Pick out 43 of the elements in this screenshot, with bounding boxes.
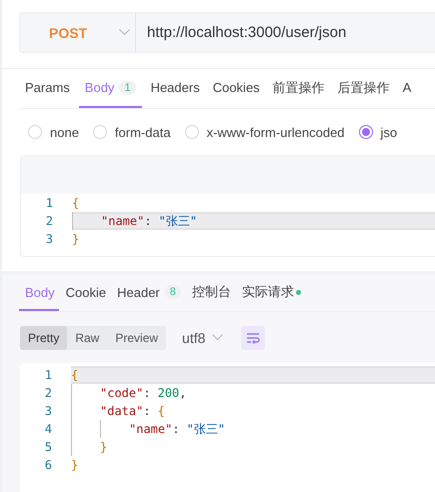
encoding-select[interactable]: utf8: [182, 330, 224, 346]
tab[interactable]: Cookies: [208, 69, 264, 108]
tab[interactable]: 前置操作: [268, 69, 329, 108]
tab[interactable]: A: [398, 69, 416, 108]
radio-label: x-www-form-urlencoded: [206, 124, 345, 140]
tab[interactable]: 实际请求: [238, 275, 305, 311]
view-mode-tab[interactable]: Raw: [67, 326, 108, 350]
radio-label: none: [50, 124, 79, 140]
line-number: 3: [44, 232, 53, 246]
count-badge: 8: [164, 285, 181, 299]
radio-button[interactable]: [358, 125, 373, 139]
radio-label: jso: [380, 124, 398, 140]
tab[interactable]: Cookie: [62, 275, 110, 311]
view-mode-tab[interactable]: Pretty: [20, 326, 68, 350]
code-line: {: [72, 195, 80, 212]
tab[interactable]: Headers: [146, 69, 204, 108]
line-number: 4: [44, 422, 52, 436]
code-line: "code": 200,: [71, 384, 435, 402]
tab[interactable]: 控制台: [188, 275, 235, 311]
wrap-button[interactable]: [241, 326, 266, 350]
code-line: }: [71, 438, 435, 456]
line-number: 5: [44, 440, 52, 454]
code-line: "data": {: [71, 402, 435, 420]
line-number: 3: [44, 404, 52, 418]
wrap-lines-icon: [245, 330, 262, 344]
radio-label: form-data: [114, 124, 171, 140]
line-number: 2: [44, 214, 53, 228]
chevron-down-icon: [212, 334, 224, 341]
tab[interactable]: 后置操作: [334, 69, 394, 108]
code-line: }: [72, 231, 80, 248]
tab[interactable]: Body 1: [78, 69, 142, 108]
chevron-down-icon: [119, 29, 130, 36]
line-number: 1: [44, 368, 52, 382]
line-number: 6: [44, 458, 52, 472]
tab[interactable]: Params: [19, 69, 74, 108]
line-number: 1: [44, 196, 53, 210]
tab[interactable]: Header 8: [113, 275, 185, 311]
url-field[interactable]: http://localhost:3000/user/json: [136, 12, 435, 53]
count-badge: 1: [119, 80, 136, 94]
line-number: 2: [44, 386, 52, 400]
code-line: "name": "张三": [71, 420, 435, 438]
view-mode-tab[interactable]: Preview: [107, 326, 166, 350]
code-line: }: [71, 457, 80, 474]
